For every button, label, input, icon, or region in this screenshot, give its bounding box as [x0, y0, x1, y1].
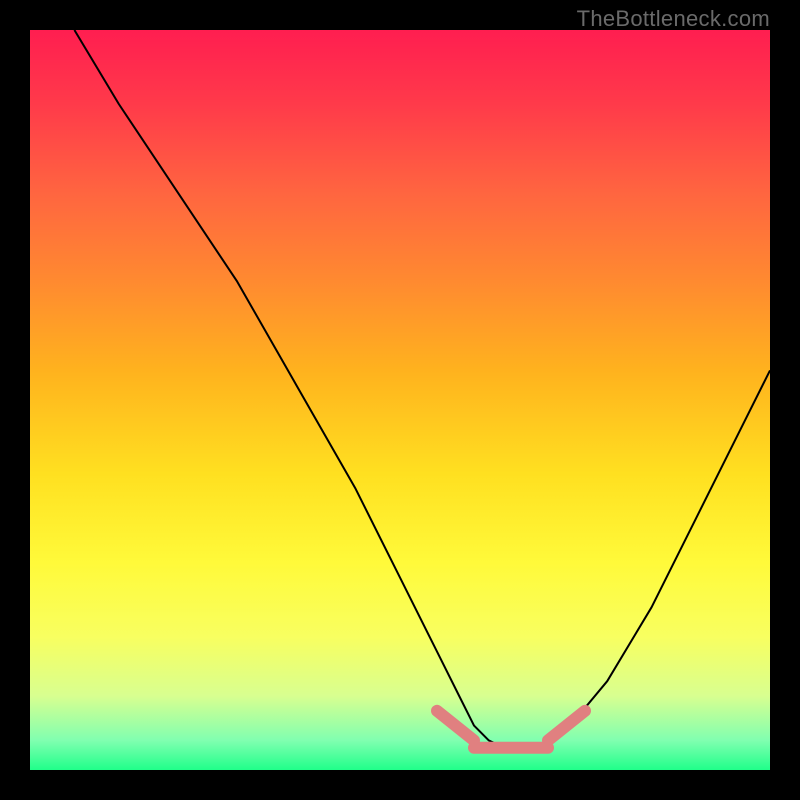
- chart-container: TheBottleneck.com: [0, 0, 800, 800]
- watermark-text: TheBottleneck.com: [577, 6, 770, 32]
- chart-overlay: [30, 30, 770, 770]
- optimal-range-marker: [437, 711, 585, 748]
- bottleneck-curve-line: [74, 30, 770, 748]
